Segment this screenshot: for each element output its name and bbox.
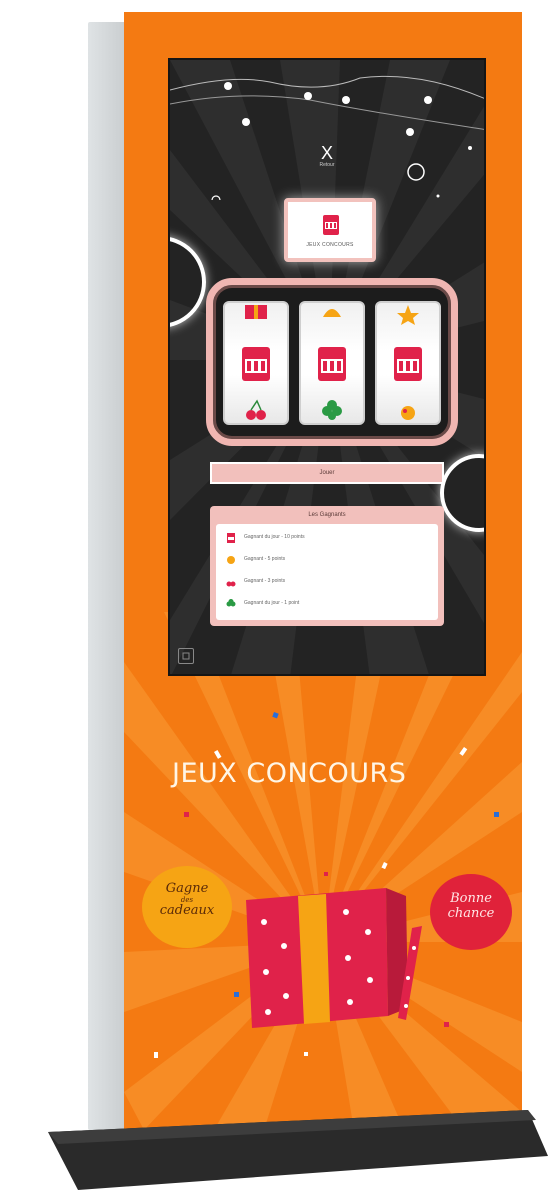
list-item: Gagnant - 3 points [226, 576, 426, 588]
home-icon [182, 652, 190, 660]
bubble-left-line2: cadeaux [159, 903, 215, 918]
settings-button[interactable] [178, 648, 194, 664]
cherry-symbol-icon [246, 399, 266, 420]
list-item: Gagnant du jour - 1 point [226, 598, 426, 610]
list-item: Gagnant - 5 points [226, 554, 426, 566]
cherry-icon [226, 581, 236, 587]
kiosk-scene: X Retour JEUX CONCOURS Jouer Les Gagnant… [0, 0, 548, 1199]
winner-text: Gagnant du jour - 1 point [244, 600, 300, 606]
winners-list: Gagnant du jour - 10 points Gagnant - 5 … [216, 524, 438, 620]
winner-text: Gagnant - 5 points [244, 556, 286, 562]
reel-3 [375, 301, 441, 425]
speech-bubble-right: Bonne chance [430, 874, 512, 950]
close-caption: Retour [319, 162, 335, 168]
close-icon: X [320, 143, 333, 163]
close-button[interactable]: X Retour [316, 144, 338, 172]
clover-icon [226, 599, 236, 607]
bubble-right-line1: Bonne [450, 891, 492, 906]
winners-title: Les Gagnants [308, 512, 346, 518]
touch-screen[interactable]: X Retour JEUX CONCOURS Jouer Les Gagnant… [168, 58, 486, 676]
777-sign-icon [318, 347, 346, 381]
slot-logo-icon [323, 215, 339, 235]
slot-machine [206, 278, 458, 446]
fruit-icon [227, 556, 235, 564]
gift-symbol-icon [245, 305, 267, 319]
bell-symbol-icon [323, 309, 341, 317]
brand-logo-card: JEUX CONCOURS [284, 198, 376, 262]
kiosk-base [48, 1110, 548, 1190]
bubble-right-line2: chance [447, 906, 495, 921]
777-sign-icon [394, 347, 422, 381]
list-item: Gagnant du jour - 10 points [226, 532, 426, 544]
gift-box-icon [246, 888, 422, 1028]
clover-symbol-icon [322, 400, 342, 420]
speech-bubble-left: Gagne des cadeaux [142, 866, 232, 948]
logo-caption: JEUX CONCOURS [306, 242, 354, 248]
winners-panel: Les Gagnants Gagnant du jour - 10 points… [210, 506, 444, 626]
fruit-symbol-icon [401, 406, 415, 420]
string-lights [170, 75, 484, 200]
winner-text: Gagnant du jour - 10 points [244, 534, 305, 540]
reel-1 [223, 301, 289, 425]
bubble-left-line1: Gagne [165, 881, 209, 896]
777-sign-icon [242, 347, 270, 381]
poster-headline: JEUX CONCOURS [172, 758, 407, 789]
winner-text: Gagnant - 3 points [244, 578, 286, 584]
slot-sign-icon [227, 533, 235, 543]
star-symbol-icon [397, 305, 419, 325]
reel-2 [299, 301, 365, 425]
kiosk-side-panel [88, 22, 128, 1130]
spin-button[interactable]: Jouer [210, 462, 444, 484]
